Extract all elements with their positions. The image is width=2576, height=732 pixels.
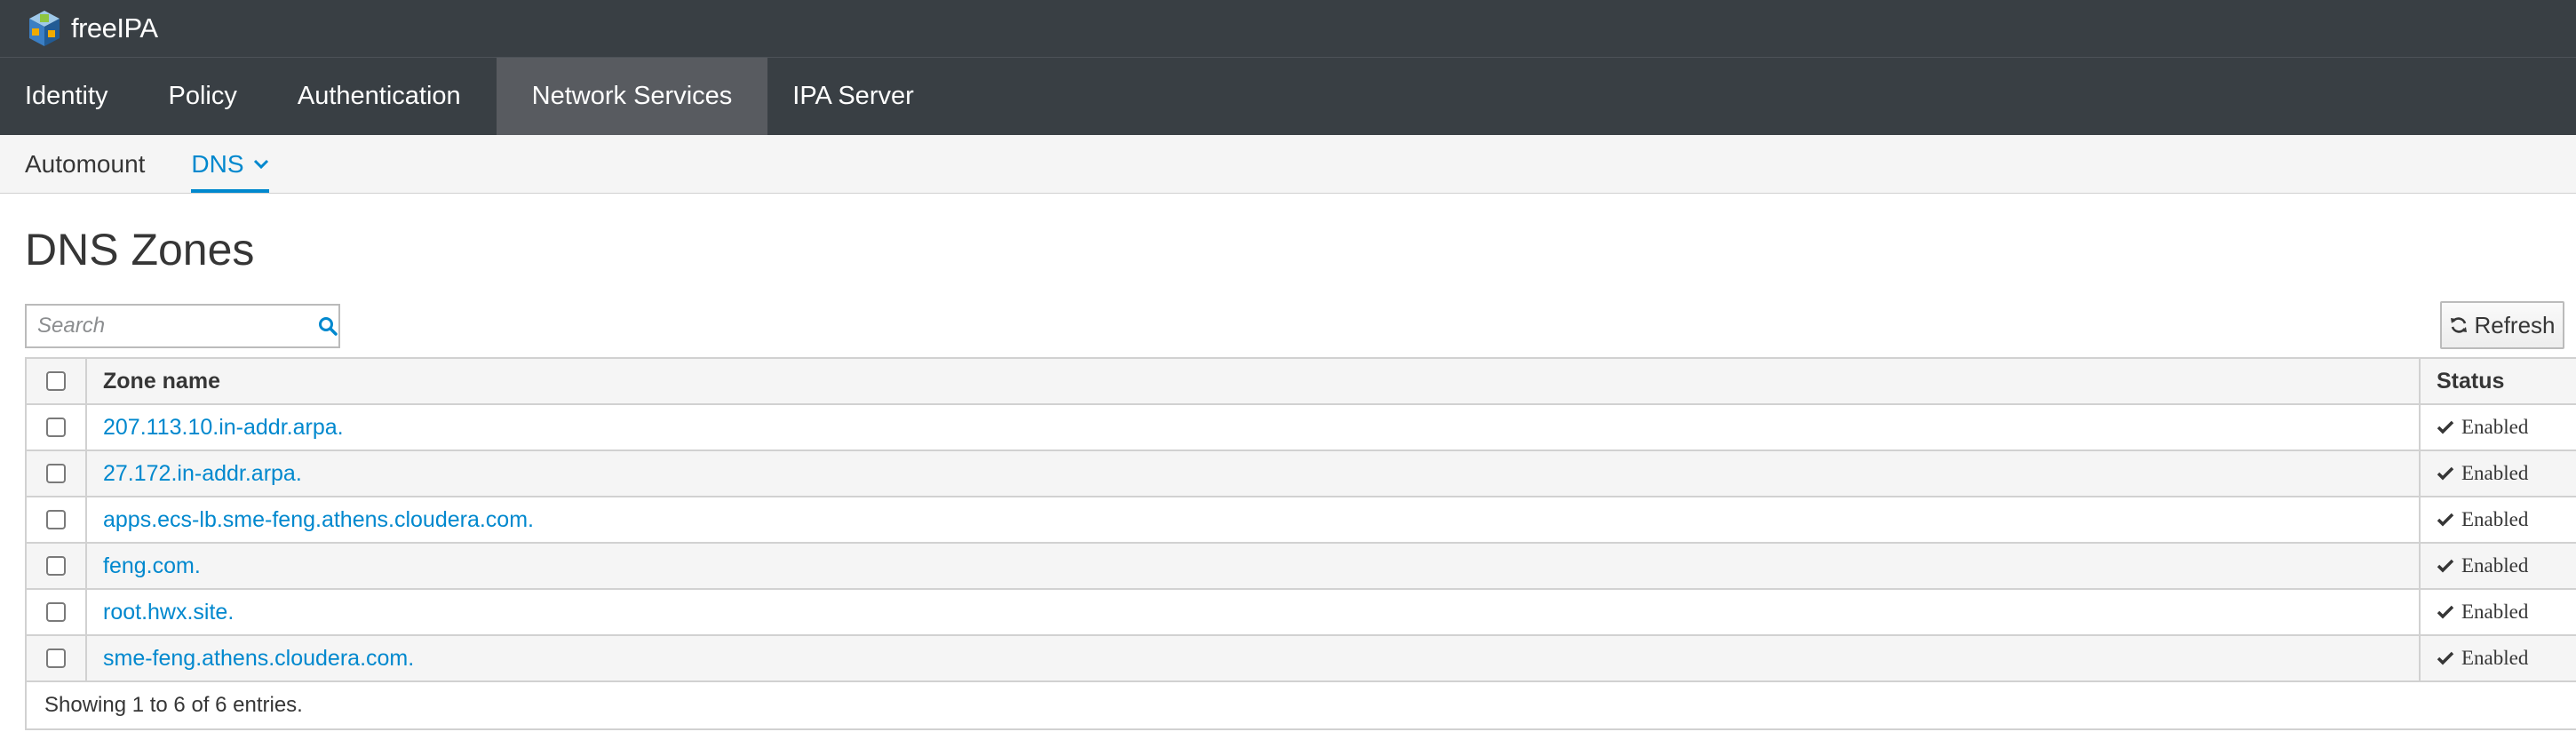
row-select-cell xyxy=(27,405,87,450)
table-row: 207.113.10.in-addr.arpa. Enabled xyxy=(27,405,2576,451)
row-select-cell xyxy=(27,497,87,542)
check-icon xyxy=(2437,420,2454,434)
row-checkbox[interactable] xyxy=(46,418,66,437)
table-footer: Showing 1 to 6 of 6 entries. xyxy=(27,682,2576,730)
status-cell: Enabled xyxy=(2421,497,2576,542)
zone-link[interactable]: sme-feng.athens.cloudera.com. xyxy=(103,646,414,672)
status-label: Enabled xyxy=(2461,554,2529,577)
zone-name-cell: apps.ecs-lb.sme-feng.athens.cloudera.com… xyxy=(87,497,2421,542)
zone-link[interactable]: 207.113.10.in-addr.arpa. xyxy=(103,415,344,441)
status-value: Enabled xyxy=(2437,601,2528,624)
row-checkbox[interactable] xyxy=(46,648,66,668)
zone-link[interactable]: apps.ecs-lb.sme-feng.athens.cloudera.com… xyxy=(103,507,534,533)
table-row: feng.com. Enabled xyxy=(27,544,2576,590)
status-cell: Enabled xyxy=(2421,405,2576,450)
row-select-cell xyxy=(27,636,87,680)
select-all-cell xyxy=(27,359,87,403)
status-value: Enabled xyxy=(2437,554,2528,577)
table-row: apps.ecs-lb.sme-feng.athens.cloudera.com… xyxy=(27,497,2576,544)
zone-link[interactable]: feng.com. xyxy=(103,553,201,579)
table-header-row: Zone name Status xyxy=(27,359,2576,405)
zone-link[interactable]: root.hwx.site. xyxy=(103,600,234,625)
brand[interactable]: freeIPA xyxy=(27,9,158,48)
freeipa-cube-logo xyxy=(29,11,60,46)
check-icon xyxy=(2437,513,2454,527)
status-value: Enabled xyxy=(2437,647,2528,670)
status-cell: Enabled xyxy=(2421,590,2576,634)
nav-tab-identity[interactable]: Identity xyxy=(0,58,144,135)
nav-tab-authentication[interactable]: Authentication xyxy=(273,58,497,135)
status-value: Enabled xyxy=(2437,508,2528,531)
table-row: sme-feng.athens.cloudera.com. Enabled xyxy=(27,636,2576,682)
table-row: 27.172.in-addr.arpa. Enabled xyxy=(27,451,2576,497)
masthead: freeIPA xyxy=(0,0,2576,57)
zone-name-cell: root.hwx.site. xyxy=(87,590,2421,634)
row-select-cell xyxy=(27,451,87,496)
nav-tab-network-services[interactable]: Network Services xyxy=(496,58,768,135)
sub-tab-automount[interactable]: Automount xyxy=(25,135,145,193)
status-label: Enabled xyxy=(2461,462,2529,484)
status-label: Enabled xyxy=(2461,601,2529,623)
nav-tab-ipa-server[interactable]: IPA Server xyxy=(767,58,949,135)
pagination-summary: Showing 1 to 6 of 6 entries. xyxy=(44,693,303,717)
search-box xyxy=(25,304,340,348)
sub-tab-automount-label: Automount xyxy=(25,149,146,178)
check-icon xyxy=(2437,559,2454,573)
column-header-zone-name: Zone name xyxy=(87,359,2421,403)
row-checkbox[interactable] xyxy=(46,556,66,576)
column-header-status: Status xyxy=(2421,359,2576,403)
sub-tab-dns-label: DNS xyxy=(191,149,244,178)
row-checkbox[interactable] xyxy=(46,510,66,529)
status-cell: Enabled xyxy=(2421,636,2576,680)
status-value: Enabled xyxy=(2437,462,2528,485)
dns-zones-table: Zone name Status 207.113.10.in-addr.arpa… xyxy=(25,357,2576,730)
search-icon xyxy=(319,317,338,336)
zone-name-cell: 207.113.10.in-addr.arpa. xyxy=(87,405,2421,450)
column-header-zone-name-label: Zone name xyxy=(103,368,220,394)
row-checkbox[interactable] xyxy=(46,464,66,483)
zone-link[interactable]: 27.172.in-addr.arpa. xyxy=(103,461,302,487)
page-title: DNS Zones xyxy=(25,225,255,274)
zone-name-cell: sme-feng.athens.cloudera.com. xyxy=(87,636,2421,680)
check-icon xyxy=(2437,605,2454,619)
check-icon xyxy=(2437,466,2454,481)
refresh-button[interactable]: Refresh xyxy=(2440,301,2564,349)
row-checkbox[interactable] xyxy=(46,602,66,622)
primary-nav: Identity Policy Authentication Network S… xyxy=(0,57,2576,135)
search-button[interactable] xyxy=(317,306,338,346)
secondary-nav: Automount DNS xyxy=(0,135,2576,194)
status-label: Enabled xyxy=(2461,508,2529,530)
zone-name-cell: 27.172.in-addr.arpa. xyxy=(87,451,2421,496)
status-cell: Enabled xyxy=(2421,544,2576,588)
table-row: root.hwx.site. Enabled xyxy=(27,590,2576,636)
zone-name-cell: feng.com. xyxy=(87,544,2421,588)
status-value: Enabled xyxy=(2437,416,2528,439)
chevron-down-icon xyxy=(253,159,268,169)
refresh-label: Refresh xyxy=(2474,311,2556,338)
nav-tab-policy[interactable]: Policy xyxy=(144,58,273,135)
status-label: Enabled xyxy=(2461,647,2529,669)
select-all-checkbox[interactable] xyxy=(46,371,66,391)
sub-tab-dns[interactable]: DNS xyxy=(191,135,269,193)
search-input[interactable] xyxy=(27,306,317,346)
status-label: Enabled xyxy=(2461,416,2529,438)
row-select-cell xyxy=(27,544,87,588)
refresh-icon xyxy=(2451,317,2468,333)
row-select-cell xyxy=(27,590,87,634)
check-icon xyxy=(2437,651,2454,665)
column-header-status-label: Status xyxy=(2437,368,2505,394)
status-cell: Enabled xyxy=(2421,451,2576,496)
brand-name: freeIPA xyxy=(71,12,158,44)
